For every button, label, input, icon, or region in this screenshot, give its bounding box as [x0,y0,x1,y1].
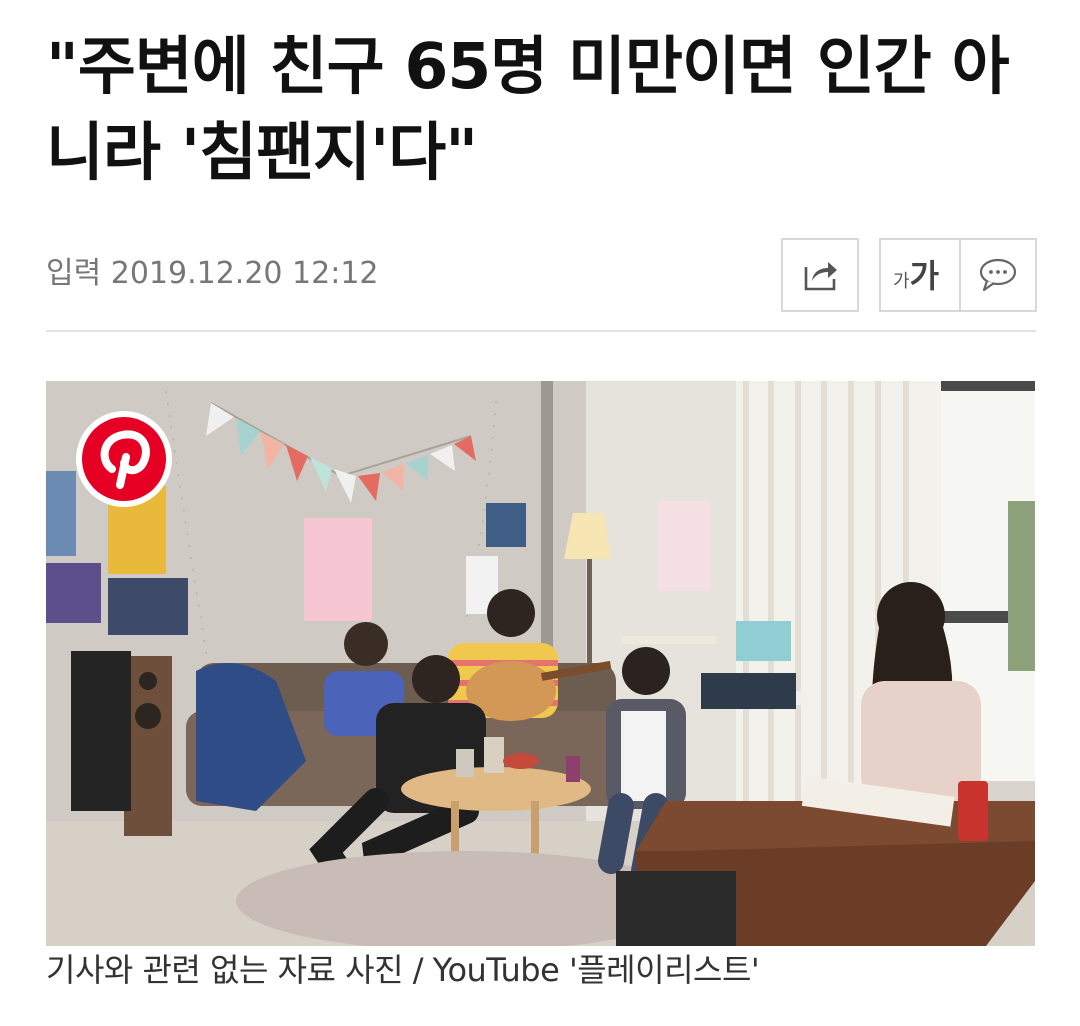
font-size-button[interactable]: 가가 [879,238,959,312]
share-button[interactable] [781,238,859,312]
room-scene-illustration [46,381,1035,946]
comment-button[interactable] [959,238,1037,312]
article-photo [46,381,1035,946]
photo-caption: 기사와 관련 없는 자료 사진 / YouTube '플레이리스트' [46,951,760,989]
font-size-small-label: 가 [893,271,910,292]
pinterest-save-button[interactable] [76,411,172,507]
article-title: "주변에 친구 65명 미만이면 인간 아니라 '침팬지'다" [46,30,1010,189]
article-date: 입력 2019.12.20 12:12 [46,256,379,291]
font-size-large-label: 가 [909,257,940,295]
article-page: "주변에 친구 65명 미만이면 인간 아니라 '침팬지'다" 입력 2019.… [0,0,1080,1026]
font-size-label: 가가 [893,256,939,302]
article-meta-bar: 입력 2019.12.20 12:12 가가 [46,236,1037,316]
meta-divider [46,330,1036,332]
share-icon [804,262,837,291]
comment-icon [979,258,1017,292]
pinterest-icon [82,417,166,501]
